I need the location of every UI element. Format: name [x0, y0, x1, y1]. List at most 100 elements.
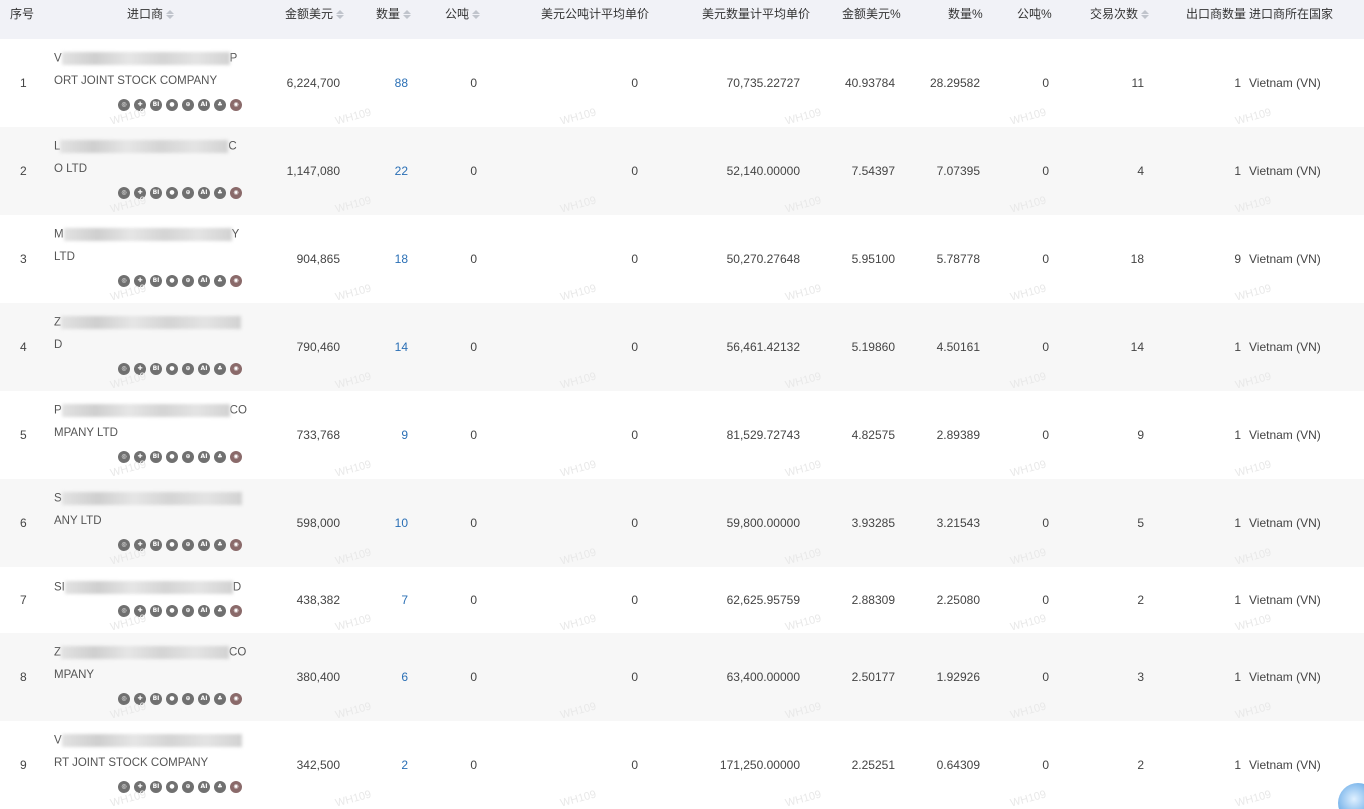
- plus-circle-icon[interactable]: ✚: [134, 363, 146, 375]
- people-icon[interactable]: ♣: [214, 363, 226, 375]
- table-row[interactable]: 1 V P ORT JOINT STOCK COMPANY ◎ ✚ BI ● ⊕ AI ♣ ◉ 6,22…: [0, 39, 1364, 128]
- people-icon[interactable]: ♣: [214, 605, 226, 617]
- target-icon[interactable]: ◎: [118, 451, 130, 463]
- ai-icon[interactable]: AI: [198, 99, 210, 111]
- table-row[interactable]: 6 S ANY LTD ◎ ✚ BI ● ⊕ AI ♣ ◉ 598,000 10 0 0 59,800.000…: [0, 479, 1364, 568]
- sort-icon[interactable]: [403, 9, 412, 19]
- cell-quantity[interactable]: 88: [395, 76, 408, 90]
- chat-icon[interactable]: ●: [166, 693, 178, 705]
- table-row[interactable]: 7 SI D ◎ ✚ BI ● ⊕ AI ♣ ◉ 438,382 7 0 0 62,625.95759 2.88…: [0, 567, 1364, 634]
- bi-icon[interactable]: BI: [150, 363, 162, 375]
- cell-quantity[interactable]: 6: [401, 670, 408, 684]
- plus-circle-icon[interactable]: ✚: [134, 187, 146, 199]
- bi-icon[interactable]: BI: [150, 605, 162, 617]
- bi-icon[interactable]: BI: [150, 275, 162, 287]
- cell-quantity[interactable]: 10: [395, 516, 408, 530]
- table-row[interactable]: 5 P CO MPANY LTD ◎ ✚ BI ● ⊕ AI ♣ ◉ 733,768 9 0 0 81,529.…: [0, 391, 1364, 480]
- contact-icon[interactable]: ◉: [230, 605, 242, 617]
- target-icon[interactable]: ◎: [118, 363, 130, 375]
- column-header-quantity[interactable]: 数量: [376, 0, 412, 28]
- people-icon[interactable]: ♣: [214, 781, 226, 793]
- importer-name-line1[interactable]: S: [54, 492, 242, 505]
- people-icon[interactable]: ♣: [214, 187, 226, 199]
- contact-icon[interactable]: ◉: [230, 693, 242, 705]
- contact-icon[interactable]: ◉: [230, 451, 242, 463]
- target-icon[interactable]: ◎: [118, 539, 130, 551]
- plus-circle-icon[interactable]: ✚: [134, 693, 146, 705]
- plus-circle-icon[interactable]: ✚: [134, 99, 146, 111]
- globe-icon[interactable]: ⊕: [182, 539, 194, 551]
- ai-icon[interactable]: AI: [198, 363, 210, 375]
- importer-name-line1[interactable]: MY: [54, 228, 239, 241]
- people-icon[interactable]: ♣: [214, 275, 226, 287]
- column-header-trades[interactable]: 交易次数: [1090, 0, 1150, 28]
- target-icon[interactable]: ◎: [118, 275, 130, 287]
- globe-icon[interactable]: ⊕: [182, 693, 194, 705]
- globe-icon[interactable]: ⊕: [182, 187, 194, 199]
- chat-icon[interactable]: ●: [166, 99, 178, 111]
- importer-name-line1[interactable]: Z CO: [54, 646, 246, 659]
- cell-quantity[interactable]: 22: [395, 164, 408, 178]
- plus-circle-icon[interactable]: ✚: [134, 605, 146, 617]
- importer-name-line2[interactable]: RT JOINT STOCK COMPANY: [54, 757, 208, 769]
- target-icon[interactable]: ◎: [118, 99, 130, 111]
- importer-name-line2[interactable]: MPANY: [54, 669, 94, 681]
- ai-icon[interactable]: AI: [198, 781, 210, 793]
- sort-icon[interactable]: [166, 9, 175, 19]
- target-icon[interactable]: ◎: [118, 187, 130, 199]
- chat-icon[interactable]: ●: [166, 451, 178, 463]
- contact-icon[interactable]: ◉: [230, 99, 242, 111]
- bi-icon[interactable]: BI: [150, 451, 162, 463]
- importer-name-line1[interactable]: P CO: [54, 404, 247, 417]
- people-icon[interactable]: ♣: [214, 99, 226, 111]
- cell-quantity[interactable]: 2: [401, 758, 408, 772]
- ai-icon[interactable]: AI: [198, 539, 210, 551]
- chat-icon[interactable]: ●: [166, 539, 178, 551]
- bi-icon[interactable]: BI: [150, 187, 162, 199]
- contact-icon[interactable]: ◉: [230, 539, 242, 551]
- people-icon[interactable]: ♣: [214, 451, 226, 463]
- chat-icon[interactable]: ●: [166, 275, 178, 287]
- importer-name-line1[interactable]: V: [54, 734, 242, 747]
- ai-icon[interactable]: AI: [198, 275, 210, 287]
- chat-icon[interactable]: ●: [166, 187, 178, 199]
- chat-icon[interactable]: ●: [166, 781, 178, 793]
- contact-icon[interactable]: ◉: [230, 187, 242, 199]
- ai-icon[interactable]: AI: [198, 187, 210, 199]
- target-icon[interactable]: ◎: [118, 693, 130, 705]
- table-row[interactable]: 9 V RT JOINT STOCK COMPANY ◎ ✚ BI ● ⊕ AI ♣ ◉ 342,50…: [0, 721, 1364, 809]
- sort-icon[interactable]: [1141, 9, 1150, 19]
- column-header-metric-ton[interactable]: 公吨: [445, 0, 481, 28]
- globe-icon[interactable]: ⊕: [182, 451, 194, 463]
- table-row[interactable]: 2 LC O LTD ◎ ✚ BI ● ⊕ AI ♣ ◉ 1,147,080 22 0 0 52,140.00…: [0, 127, 1364, 216]
- column-header-importer[interactable]: 进口商: [127, 0, 175, 28]
- importer-name-line1[interactable]: Z: [54, 316, 242, 329]
- cell-quantity[interactable]: 7: [401, 593, 408, 607]
- bi-icon[interactable]: BI: [150, 99, 162, 111]
- ai-icon[interactable]: AI: [198, 693, 210, 705]
- globe-icon[interactable]: ⊕: [182, 275, 194, 287]
- bi-icon[interactable]: BI: [150, 539, 162, 551]
- contact-icon[interactable]: ◉: [230, 363, 242, 375]
- importer-name-line2[interactable]: ANY LTD: [54, 515, 102, 527]
- importer-name-line2[interactable]: D: [54, 339, 62, 351]
- plus-circle-icon[interactable]: ✚: [134, 781, 146, 793]
- bi-icon[interactable]: BI: [150, 693, 162, 705]
- globe-icon[interactable]: ⊕: [182, 605, 194, 617]
- table-row[interactable]: 3 M Y LTD ◎ ✚ BI ● ⊕ AI ♣ ◉ 904,865 18 0 0 50,270.27648 5…: [0, 215, 1364, 304]
- cell-quantity[interactable]: 9: [401, 428, 408, 442]
- globe-icon[interactable]: ⊕: [182, 781, 194, 793]
- chat-icon[interactable]: ●: [166, 605, 178, 617]
- plus-circle-icon[interactable]: ✚: [134, 275, 146, 287]
- plus-circle-icon[interactable]: ✚: [134, 539, 146, 551]
- cell-quantity[interactable]: 14: [395, 340, 408, 354]
- importer-name-line2[interactable]: O LTD: [54, 163, 87, 175]
- importer-name-line1[interactable]: SI D: [54, 581, 241, 594]
- target-icon[interactable]: ◎: [118, 605, 130, 617]
- plus-circle-icon[interactable]: ✚: [134, 451, 146, 463]
- cell-quantity[interactable]: 18: [395, 252, 408, 266]
- contact-icon[interactable]: ◉: [230, 781, 242, 793]
- people-icon[interactable]: ♣: [214, 693, 226, 705]
- contact-icon[interactable]: ◉: [230, 275, 242, 287]
- column-header-amount-usd[interactable]: 金额美元: [285, 0, 345, 28]
